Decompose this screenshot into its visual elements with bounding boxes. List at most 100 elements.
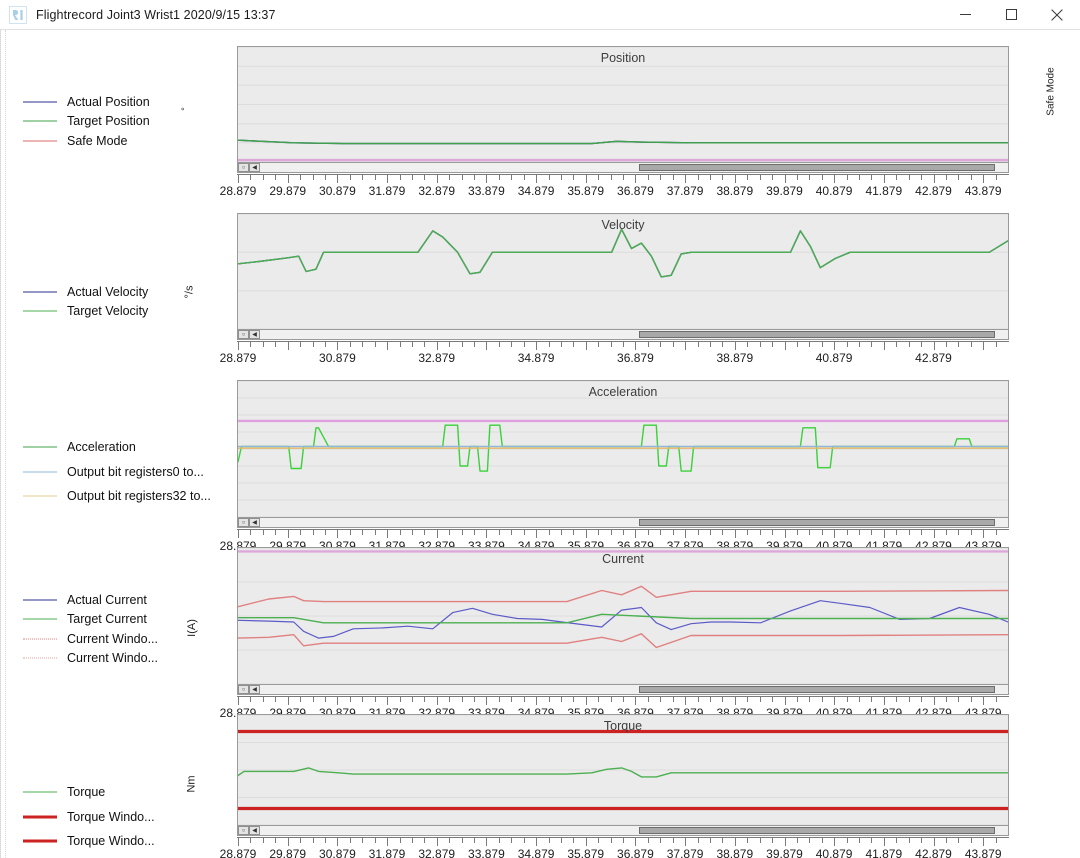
x-axis-tick xyxy=(945,529,947,535)
scroll-zoom-button[interactable]: ○ xyxy=(238,163,249,172)
time-scrollbar-torque[interactable]: ○ ◀ xyxy=(237,825,1009,836)
x-axis-tick xyxy=(523,696,525,702)
x-axis-tick xyxy=(560,341,562,347)
x-axis-tick xyxy=(474,529,475,535)
legend-item[interactable]: Torque Windo... xyxy=(23,829,223,854)
x-axis-tick xyxy=(796,174,798,180)
plot-area-acceleration[interactable]: Acceleration8006004002000-200-400-600-80… xyxy=(237,380,1009,518)
x-axis-tick xyxy=(859,529,860,535)
x-axis-tick xyxy=(436,174,438,183)
legend-item[interactable]: Safe Mode xyxy=(23,131,223,151)
x-axis-tick xyxy=(598,341,600,347)
legend-label: Current Windo... xyxy=(67,631,159,646)
x-axis-tick xyxy=(536,529,538,538)
x-axis-tick xyxy=(424,341,426,347)
legend-item[interactable]: Target Velocity xyxy=(23,302,223,322)
legend-item[interactable]: Output bit registers0 to... xyxy=(23,460,223,485)
legend-item[interactable]: Target Position xyxy=(23,112,223,132)
x-axis-tick xyxy=(734,174,736,183)
x-axis-tick xyxy=(635,529,637,538)
scroll-left-button[interactable]: ◀ xyxy=(249,518,260,527)
x-axis-tick xyxy=(933,837,935,846)
x-axis-tick-label: 36.879 xyxy=(617,184,654,198)
scroll-thumb[interactable] xyxy=(639,331,995,338)
scroll-zoom-button[interactable]: ○ xyxy=(238,826,249,835)
scroll-thumb[interactable] xyxy=(639,164,995,171)
time-scrollbar-current[interactable]: ○ ◀ xyxy=(237,684,1009,695)
legend-color-swatch xyxy=(23,466,57,478)
scroll-thumb[interactable] xyxy=(639,827,995,834)
scroll-left-button[interactable]: ◀ xyxy=(249,163,260,172)
legend-item[interactable]: Torque Windo... xyxy=(23,805,223,830)
y-axis-tick-mark xyxy=(237,66,238,67)
x-axis-tick xyxy=(921,174,923,180)
x-axis-tick-label: 40.879 xyxy=(815,351,853,365)
scroll-left-button[interactable]: ◀ xyxy=(249,685,260,694)
x-axis-tick xyxy=(275,837,277,843)
x-axis-tick xyxy=(697,529,699,535)
legend-label: Actual Current xyxy=(67,592,147,607)
y-axis-unit-label: I(A) xyxy=(185,619,198,637)
legend-color-swatch xyxy=(23,594,57,606)
close-button[interactable] xyxy=(1034,0,1080,29)
x-axis-tick xyxy=(896,341,898,347)
legend-item[interactable]: Acceleration xyxy=(23,435,223,460)
x-axis-tick xyxy=(709,174,711,180)
scroll-zoom-button[interactable]: ○ xyxy=(238,685,249,694)
x-axis-tick xyxy=(722,341,724,347)
time-scrollbar-acceleration[interactable]: ○ ◀ xyxy=(237,517,1009,528)
x-axis-tick xyxy=(896,174,898,180)
plot-area-torque[interactable]: Torque40200-20-40 xyxy=(237,714,1009,826)
legend-item[interactable]: Current Windo... xyxy=(23,649,223,669)
scroll-thumb[interactable] xyxy=(639,519,995,526)
x-axis-tick xyxy=(573,696,575,702)
x-axis-tick xyxy=(498,837,500,843)
x-axis-tick xyxy=(411,174,413,180)
x-axis-tick xyxy=(573,837,575,843)
legend-color-swatch xyxy=(23,490,57,502)
legend-item[interactable]: Output bit registers32 to... xyxy=(23,484,223,509)
maximize-button[interactable] xyxy=(988,0,1034,29)
scroll-zoom-button[interactable]: ○ xyxy=(238,330,249,339)
x-axis-tick xyxy=(498,529,500,535)
y-axis-tick-mark xyxy=(237,684,238,685)
x-axis-tick xyxy=(424,696,426,702)
y-axis-unit-label: ° xyxy=(179,107,190,111)
scroll-left-button[interactable]: ◀ xyxy=(249,826,260,835)
plot-area-current[interactable]: Current420-2-4 xyxy=(237,547,1009,685)
x-axis-tick xyxy=(287,341,289,350)
x-axis-tick xyxy=(834,341,836,350)
chart-block-torque: Torque Torque Windo... Torque Windo... Nm ○ ◀… xyxy=(1,712,1080,858)
x-axis-tick xyxy=(921,837,923,843)
x-axis-tick xyxy=(672,341,674,347)
x-axis-tick xyxy=(449,696,451,702)
y-axis-tick-mark xyxy=(237,797,238,798)
scroll-zoom-button[interactable]: ○ xyxy=(238,518,249,527)
legend-label: Output bit registers0 to... xyxy=(67,464,204,479)
x-axis-tick xyxy=(995,529,997,535)
x-axis-tick xyxy=(300,529,302,535)
x-axis-tick-label: 30.879 xyxy=(319,351,356,365)
x-axis-tick xyxy=(772,341,773,347)
x-axis-tick xyxy=(287,529,289,538)
plot-area-velocity[interactable]: Velocity500-50-100 xyxy=(237,213,1009,330)
legend-item[interactable]: Actual Current xyxy=(23,590,223,610)
x-axis-tick xyxy=(474,341,475,347)
y-axis-tick-mark xyxy=(237,123,238,124)
x-axis-tick xyxy=(685,341,687,350)
x-axis-tick xyxy=(486,529,488,538)
legend-item[interactable]: Actual Position xyxy=(23,92,223,112)
x-axis-tick xyxy=(424,837,426,843)
plot-area-position[interactable]: Position0-50-100-150-200-250-30011109876… xyxy=(237,46,1009,163)
scroll-left-button[interactable]: ◀ xyxy=(249,330,260,339)
time-scrollbar-velocity[interactable]: ○ ◀ xyxy=(237,329,1009,340)
time-scrollbar-position[interactable]: ○ ◀ xyxy=(237,162,1009,173)
x-axis-tick xyxy=(337,341,339,350)
scroll-thumb[interactable] xyxy=(639,686,995,693)
x-axis-tick xyxy=(598,696,600,702)
x-axis-tick xyxy=(635,341,637,350)
x-axis-tick xyxy=(722,837,724,843)
minimize-button[interactable] xyxy=(942,0,988,29)
x-axis-tick xyxy=(387,174,388,183)
x-axis-tick xyxy=(362,696,364,702)
